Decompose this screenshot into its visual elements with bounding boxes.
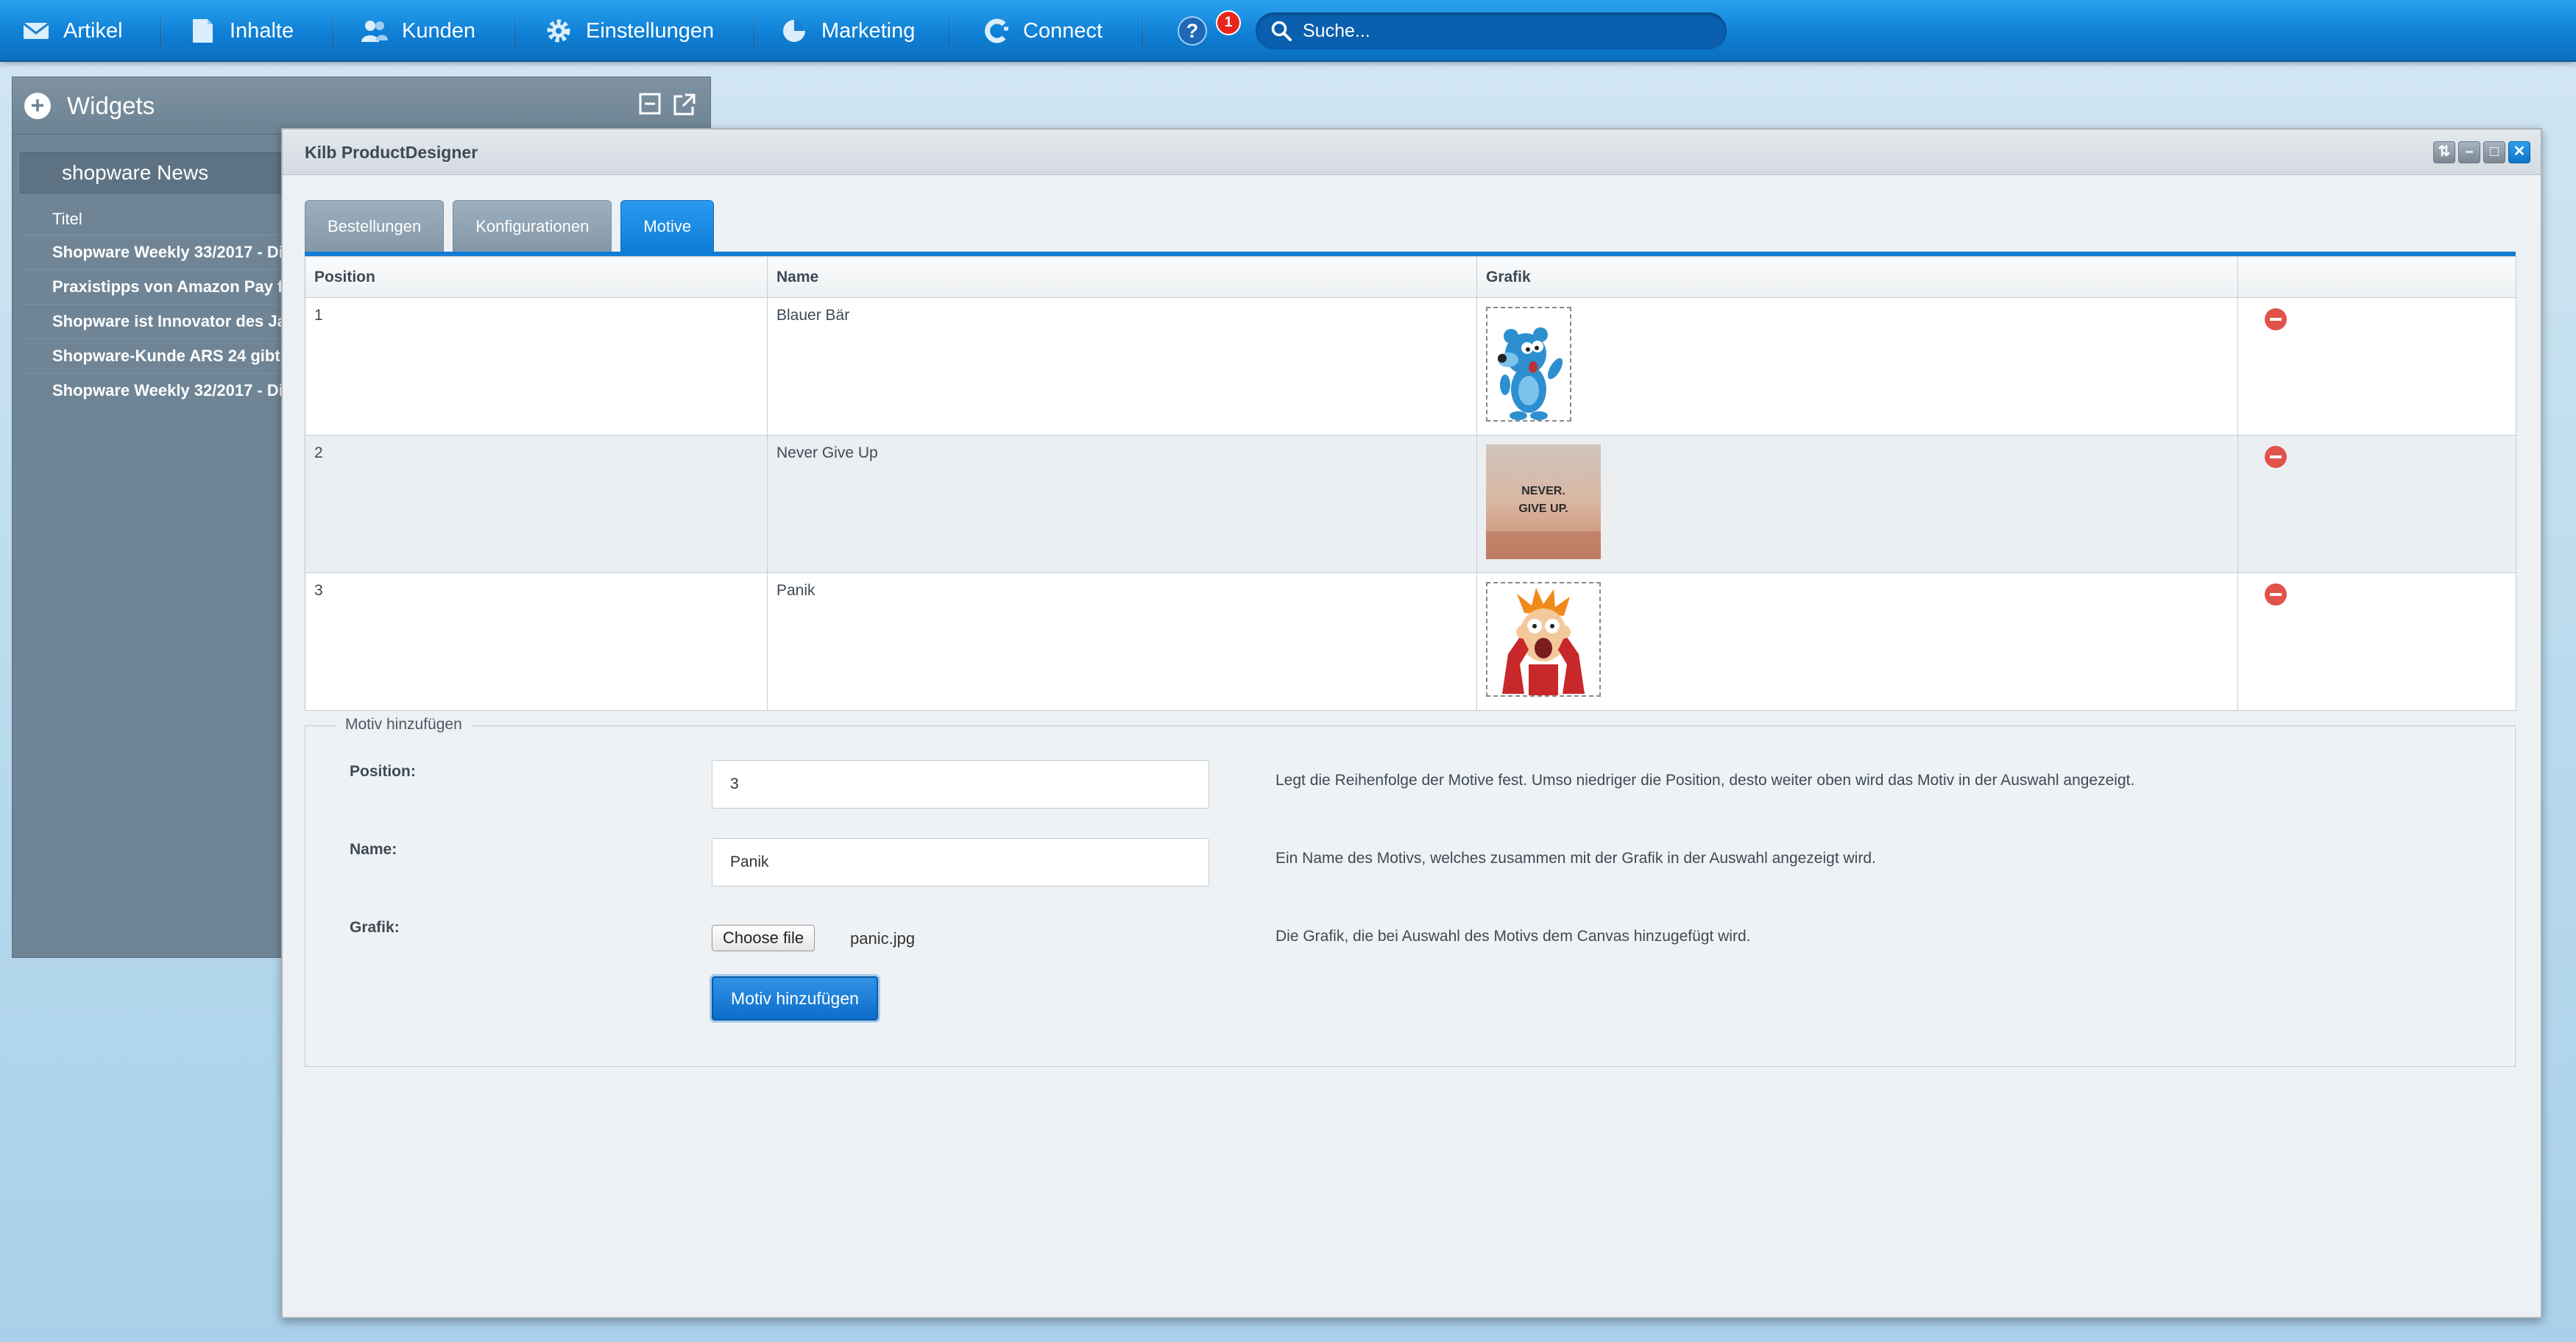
tab-bestellungen[interactable]: Bestellungen xyxy=(305,200,445,252)
position-field[interactable] xyxy=(712,760,1209,809)
nav-separator xyxy=(515,15,517,47)
cell-name: Panik xyxy=(767,572,1477,711)
grid-header-row: Position Name Grafik xyxy=(305,256,2516,298)
column-header-actions xyxy=(2237,256,2516,298)
delete-icon[interactable] xyxy=(2265,308,2287,330)
window-title: Kilb ProductDesigner xyxy=(305,143,478,162)
minimize-icon[interactable] xyxy=(638,92,662,116)
delete-icon[interactable] xyxy=(2265,446,2287,468)
cell-position: 3 xyxy=(305,572,768,711)
nav-separator xyxy=(1142,15,1144,47)
grafik-help: Die Grafik, die bei Auswahl des Motivs d… xyxy=(1275,928,1751,945)
cell-grafik xyxy=(1476,572,2238,711)
nav-item-artikel[interactable]: Artikel xyxy=(22,0,123,62)
add-motif-fieldset: Motiv hinzufügen Position: Legt die Reih… xyxy=(305,716,2516,1067)
nav-separator xyxy=(754,15,755,47)
cell-name: Never Give Up xyxy=(767,435,1477,573)
cell-actions xyxy=(2237,435,2516,573)
table-row[interactable]: 3 Panik xyxy=(305,572,2516,711)
notification-badge: 1 xyxy=(1216,10,1241,35)
name-label: Name: xyxy=(350,841,397,858)
widgets-toolbar xyxy=(638,92,697,117)
svg-text:GIVE UP.: GIVE UP. xyxy=(1518,503,1568,515)
search-icon xyxy=(1271,21,1292,41)
fieldset-legend: Motiv hinzufügen xyxy=(336,716,471,734)
nav-separator xyxy=(160,15,162,47)
position-label: Position: xyxy=(350,763,416,780)
gear-icon xyxy=(547,19,570,43)
minimize-window-icon[interactable]: – xyxy=(2458,141,2480,163)
nav-item-einstellungen[interactable]: Einstellungen xyxy=(545,0,714,62)
position-help: Legt die Reihenfolge der Motive fest. Um… xyxy=(1275,772,2135,789)
mail-icon xyxy=(23,22,49,39)
cell-grafik: NEVER. GIVE UP. xyxy=(1476,435,2238,573)
grafik-label: Grafik: xyxy=(350,919,400,936)
add-widget-icon[interactable]: + xyxy=(24,92,51,119)
restore-icon[interactable]: ⇅ xyxy=(2433,141,2455,163)
cell-actions xyxy=(2237,297,2516,436)
column-header-grafik[interactable]: Grafik xyxy=(1476,256,2238,298)
nav-item-label: Marketing xyxy=(821,18,916,43)
window-titlebar[interactable]: Kilb ProductDesigner ⇅ – □ ✕ xyxy=(283,129,2541,175)
widgets-header: + Widgets xyxy=(13,77,710,135)
panic-image xyxy=(1486,582,1601,697)
close-icon[interactable]: ✕ xyxy=(2508,141,2530,163)
cell-grafik xyxy=(1476,297,2238,436)
pie-chart-icon xyxy=(783,20,805,42)
top-navigation-bar: Artikel Inhalte Kunden Einstellungen Mar… xyxy=(0,0,2576,62)
cell-position: 1 xyxy=(305,297,768,436)
table-row[interactable]: 2 Never Give Up NEVER. GIVE UP. xyxy=(305,435,2516,573)
selected-file-name: panic.jpg xyxy=(850,929,916,948)
column-header-name[interactable]: Name xyxy=(767,256,1477,298)
tab-motive[interactable]: Motive xyxy=(620,200,715,252)
global-search[interactable] xyxy=(1256,13,1727,49)
document-icon xyxy=(193,19,213,43)
nav-item-label: Kunden xyxy=(402,18,475,43)
nav-separator xyxy=(333,15,334,47)
nav-item-label: Artikel xyxy=(63,18,123,43)
widgets-title: Widgets xyxy=(67,91,155,119)
nav-item-connect[interactable]: Connect xyxy=(982,0,1103,62)
tab-konfigurationen[interactable]: Konfigurationen xyxy=(453,200,612,252)
tab-bar: Bestellungen Konfigurationen Motive xyxy=(305,200,715,252)
never-give-up-image: NEVER. GIVE UP. xyxy=(1486,444,1601,559)
help-icon[interactable]: ? xyxy=(1178,16,1207,46)
product-designer-window: Kilb ProductDesigner ⇅ – □ ✕ Bestellunge… xyxy=(281,128,2542,1318)
cell-name: Blauer Bär xyxy=(767,297,1477,436)
popout-icon[interactable] xyxy=(672,92,697,117)
nav-separator xyxy=(949,15,951,47)
svg-text:NEVER.: NEVER. xyxy=(1521,485,1565,497)
column-header-position[interactable]: Position xyxy=(305,256,768,298)
delete-icon[interactable] xyxy=(2265,583,2287,606)
nav-item-label: Connect xyxy=(1023,18,1103,43)
add-motif-button[interactable]: Motiv hinzufügen xyxy=(712,976,878,1020)
nav-item-label: Inhalte xyxy=(230,18,294,43)
maximize-window-icon[interactable]: □ xyxy=(2483,141,2505,163)
name-field[interactable] xyxy=(712,838,1209,887)
search-input[interactable] xyxy=(1303,20,1715,42)
name-help: Ein Name des Motivs, welches zusammen mi… xyxy=(1275,850,1876,867)
nav-item-label: Einstellungen xyxy=(586,18,715,43)
cell-actions xyxy=(2237,572,2516,711)
window-controls: ⇅ – □ ✕ xyxy=(2433,141,2530,163)
choose-file-button[interactable]: Choose file xyxy=(712,925,815,951)
users-icon xyxy=(361,21,388,42)
blue-bear-image xyxy=(1486,307,1571,422)
nav-item-inhalte[interactable]: Inhalte xyxy=(188,0,294,62)
motive-grid: Position Name Grafik 1 Blauer Bär 2 Neve… xyxy=(305,256,2516,711)
nav-item-marketing[interactable]: Marketing xyxy=(780,0,915,62)
cell-position: 2 xyxy=(305,435,768,573)
connect-icon xyxy=(985,18,1008,43)
table-row[interactable]: 1 Blauer Bär xyxy=(305,297,2516,436)
nav-item-kunden[interactable]: Kunden xyxy=(361,0,475,62)
